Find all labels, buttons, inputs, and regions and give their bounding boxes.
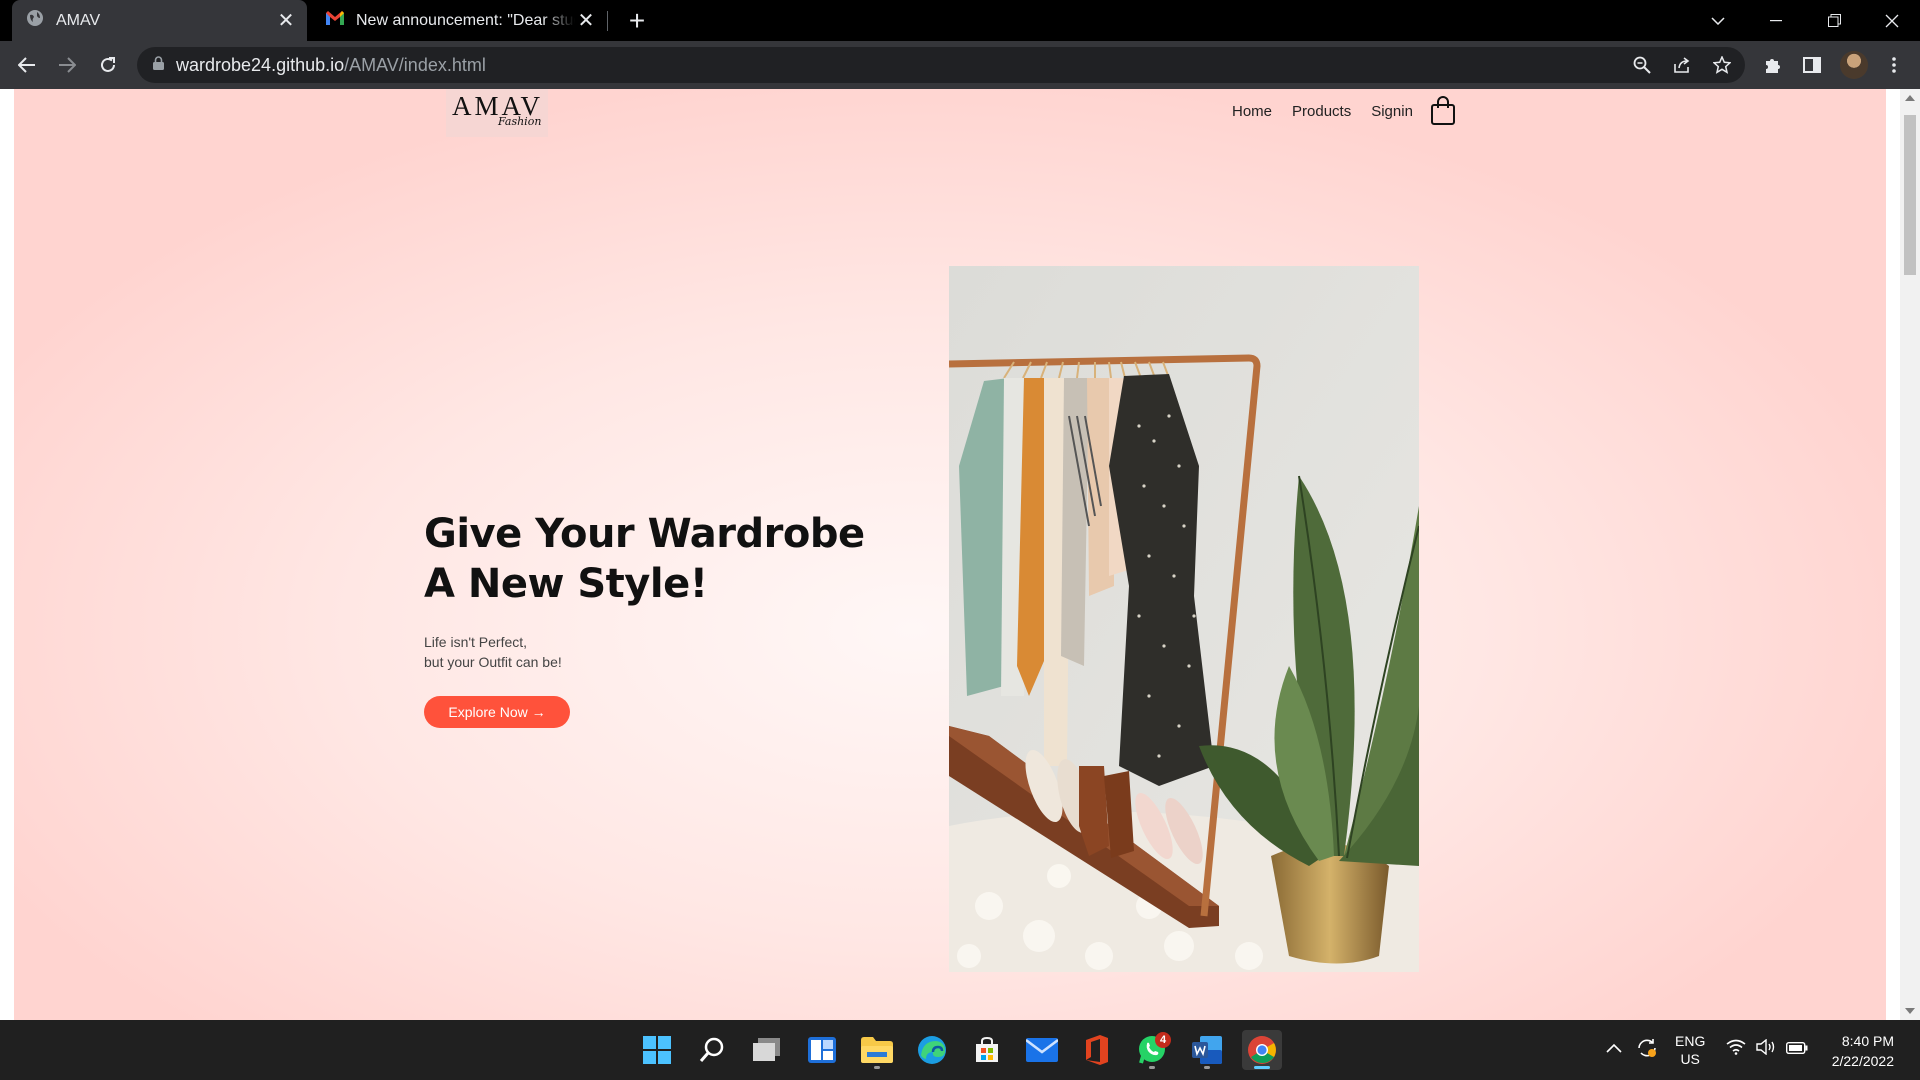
word-icon[interactable] <box>1187 1030 1227 1070</box>
minimize-icon <box>1770 19 1782 21</box>
forward-button[interactable] <box>51 49 83 81</box>
chrome-icon[interactable] <box>1242 1030 1282 1070</box>
extensions-icon[interactable] <box>1761 53 1785 77</box>
tab-separator <box>607 11 608 31</box>
close-icon <box>1885 14 1899 27</box>
hero-subtitle-line1: Life isn't Perfect, <box>424 634 528 650</box>
nav-products-link[interactable]: Products <box>1292 103 1351 120</box>
volume-icon[interactable] <box>1756 1038 1778 1058</box>
reload-icon <box>101 57 115 72</box>
hero-title-line2: A New Style! <box>424 561 708 607</box>
menu-icon[interactable] <box>1882 53 1906 77</box>
tab-gmail[interactable]: New announcement: "Dear stude ✕ <box>312 0 607 41</box>
explore-now-button[interactable]: Explore Now → <box>424 696 570 728</box>
side-panel-icon[interactable] <box>1800 53 1824 77</box>
notification-badge: 4 <box>1155 1032 1171 1048</box>
close-icon[interactable]: ✕ <box>575 10 597 32</box>
office-icon[interactable] <box>1077 1030 1117 1070</box>
shopping-bag-icon[interactable] <box>1430 96 1456 126</box>
close-icon[interactable]: ✕ <box>275 10 297 32</box>
restore-icon <box>1827 14 1841 27</box>
hero-title-line1: Give Your Wardrobe <box>424 511 865 557</box>
hero-section: AMAV Fashion Home Products Signin Give Y… <box>14 89 1886 1020</box>
bookmark-star-icon[interactable] <box>1710 53 1734 77</box>
close-window-button[interactable] <box>1864 0 1920 41</box>
task-view-icon[interactable] <box>747 1030 787 1070</box>
minimize-button[interactable] <box>1748 0 1804 41</box>
tab-amav[interactable]: AMAV ✕ <box>12 0 307 41</box>
store-icon[interactable] <box>967 1030 1007 1070</box>
running-indicator <box>874 1066 880 1069</box>
sync-icon[interactable] <box>1636 1037 1658 1062</box>
forward-arrow-icon <box>59 57 76 73</box>
running-indicator <box>1204 1066 1210 1069</box>
start-icon[interactable] <box>637 1030 677 1070</box>
lock-icon[interactable] <box>153 55 164 75</box>
main-nav: Home Products Signin <box>1232 103 1413 120</box>
search-icon[interactable] <box>692 1030 732 1070</box>
tab-search-button[interactable] <box>1690 0 1746 41</box>
clock-date: 2/22/2022 <box>1831 1053 1894 1069</box>
widgets-icon[interactable] <box>802 1030 842 1070</box>
nav-signin-link[interactable]: Signin <box>1371 103 1413 120</box>
restore-button[interactable] <box>1806 0 1862 41</box>
wifi-icon[interactable] <box>1726 1039 1746 1058</box>
windows-taskbar: 4 ENG US 8:40 PM 2/22/2022 <box>0 1020 1920 1080</box>
site-logo[interactable]: AMAV Fashion <box>446 89 548 137</box>
gmail-icon <box>326 11 344 30</box>
nav-home-link[interactable]: Home <box>1232 103 1272 120</box>
page-scrollbar[interactable] <box>1900 89 1920 1020</box>
language-indicator[interactable]: ENG US <box>1675 1032 1705 1068</box>
logo-subtext: Fashion <box>498 115 542 128</box>
scrollbar-thumb[interactable] <box>1904 115 1916 275</box>
chevron-up-icon[interactable] <box>1606 1040 1622 1056</box>
tab-title: AMAV <box>56 11 101 29</box>
scroll-up-icon[interactable] <box>1905 95 1915 101</box>
globe-icon <box>26 9 44 32</box>
page-viewport: AMAV Fashion Home Products Signin Give Y… <box>0 89 1920 1020</box>
hero-image <box>949 266 1419 972</box>
whatsapp-icon[interactable]: 4 <box>1132 1030 1172 1070</box>
url-text: wardrobe24.github.io/AMAV/index.html <box>176 54 486 75</box>
address-bar[interactable]: wardrobe24.github.io/AMAV/index.html <box>137 47 1745 83</box>
running-indicator <box>1149 1066 1155 1069</box>
back-button[interactable] <box>11 49 43 81</box>
new-tab-button[interactable]: + <box>622 6 652 36</box>
region-code: US <box>1680 1051 1700 1067</box>
browser-tab-strip: AMAV ✕ New announcement: "Dear stude ✕ + <box>0 0 1920 41</box>
file-explorer-icon[interactable] <box>857 1030 897 1070</box>
tab-title: New announcement: "Dear stude <box>356 11 575 29</box>
active-indicator <box>1254 1066 1270 1069</box>
browser-toolbar: wardrobe24.github.io/AMAV/index.html <box>0 41 1920 89</box>
lang-code: ENG <box>1675 1033 1706 1049</box>
hero-subtitle-line2: but your Outfit can be! <box>424 654 562 670</box>
chevron-down-icon <box>1711 16 1725 25</box>
hero-subtitle: Life isn't Perfect, but your Outfit can … <box>424 632 562 672</box>
profile-avatar[interactable] <box>1840 51 1868 79</box>
back-arrow-icon <box>18 57 35 73</box>
hero-title: Give Your Wardrobe A New Style! <box>424 509 865 609</box>
battery-icon[interactable] <box>1785 1041 1808 1057</box>
share-icon[interactable] <box>1670 53 1694 77</box>
mail-icon[interactable] <box>1022 1030 1062 1070</box>
edge-icon[interactable] <box>912 1030 952 1070</box>
clock-time: 8:40 PM <box>1841 1033 1894 1049</box>
zoom-icon[interactable] <box>1630 53 1654 77</box>
reload-button[interactable] <box>92 49 124 81</box>
clock[interactable]: 8:40 PM 2/22/2022 <box>1824 1031 1894 1071</box>
scroll-down-icon[interactable] <box>1905 1008 1915 1014</box>
